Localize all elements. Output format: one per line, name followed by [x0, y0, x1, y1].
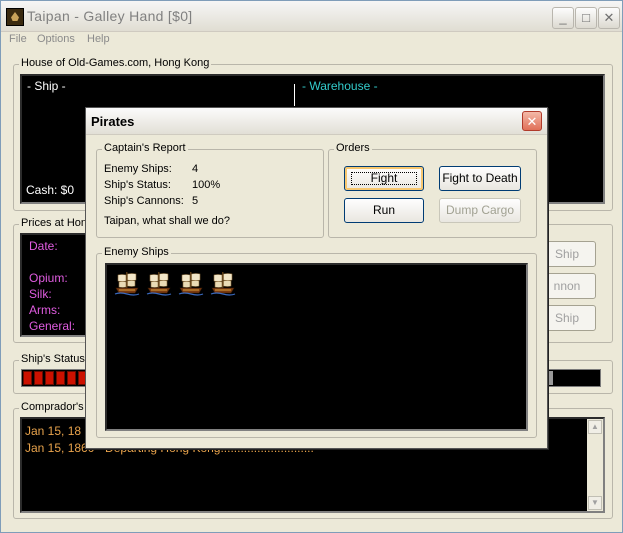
title-bar[interactable]: Taipan - Galley Hand [$0] _ □ ✕: [1, 1, 622, 32]
captains-report-label: Captain's Report: [102, 142, 188, 154]
prices-group-label: Prices at Hon: [19, 217, 90, 229]
fight-to-death-button[interactable]: Fight to Death: [439, 166, 521, 191]
ship-cannons-value: 5: [192, 195, 199, 207]
panel-divider: [294, 84, 295, 106]
run-button[interactable]: Run: [344, 198, 424, 223]
fight-button-focus-ring: [351, 172, 417, 185]
opium-label: Opium:: [29, 271, 68, 285]
scroll-down-arrow-icon[interactable]: ▼: [588, 496, 602, 510]
dialog-title-bar[interactable]: Pirates ✕: [86, 108, 547, 135]
pirate-ship-icon: [114, 270, 140, 296]
menu-bar: File Options Help: [1, 31, 622, 49]
window-title: Taipan - Galley Hand [$0]: [27, 8, 193, 24]
log-scrollbar[interactable]: ▲ ▼: [587, 419, 603, 511]
pirate-ship-icon: [178, 270, 204, 296]
firm-group-label: House of Old-Games.com, Hong Kong: [19, 57, 212, 69]
close-button[interactable]: ✕: [598, 7, 620, 29]
scroll-up-arrow-icon[interactable]: ▲: [588, 420, 602, 434]
hull-segment: [23, 371, 32, 385]
dump-cargo-button[interactable]: Dump Cargo: [439, 198, 521, 223]
dialog-close-button[interactable]: ✕: [522, 111, 542, 131]
dialog-title: Pirates: [91, 114, 135, 129]
arms-label: Arms:: [29, 303, 61, 317]
app-ship-icon[interactable]: [6, 8, 24, 26]
menu-options[interactable]: Options: [37, 33, 75, 45]
menu-file[interactable]: File: [9, 33, 27, 45]
ship-status-row-label: Ship's Status:: [104, 179, 171, 191]
pirate-ship-icon: [210, 270, 236, 296]
cash-label: Cash: $0: [26, 183, 75, 197]
fight-button[interactable]: Fight: [344, 166, 424, 191]
pirates-dialog: Pirates ✕ Captain's Report Enemy Ships: …: [85, 107, 548, 449]
menu-help[interactable]: Help: [87, 33, 110, 45]
maximize-button[interactable]: □: [575, 7, 597, 29]
ship-header: - Ship -: [27, 79, 66, 93]
enemy-ships-group-label: Enemy Ships: [102, 246, 171, 258]
ship-cannons-label: Ship's Cannons:: [104, 195, 184, 207]
orders-label: Orders: [334, 142, 372, 154]
hull-segment: [34, 371, 43, 385]
log-line-1: Jan 15, 18: [25, 424, 82, 438]
hull-segment: [45, 371, 54, 385]
general-label: General:: [29, 319, 76, 333]
ship-status-value: 100%: [192, 179, 221, 191]
minimize-button[interactable]: _: [552, 7, 574, 29]
pirate-ship-icon: [146, 270, 172, 296]
hull-segment: [67, 371, 76, 385]
captain-prompt: Taipan, what shall we do?: [104, 215, 230, 227]
date-label: Date:: [29, 239, 58, 253]
hull-segment: [56, 371, 65, 385]
ship-status-label: Ship's Status: [19, 353, 87, 365]
warehouse-header: - Warehouse -: [302, 79, 378, 93]
orders-group: Orders: [328, 142, 537, 238]
enemy-ships-label: Enemy Ships:: [104, 163, 172, 175]
enemy-ships-value: 4: [192, 163, 199, 175]
silk-label: Silk:: [29, 287, 52, 301]
